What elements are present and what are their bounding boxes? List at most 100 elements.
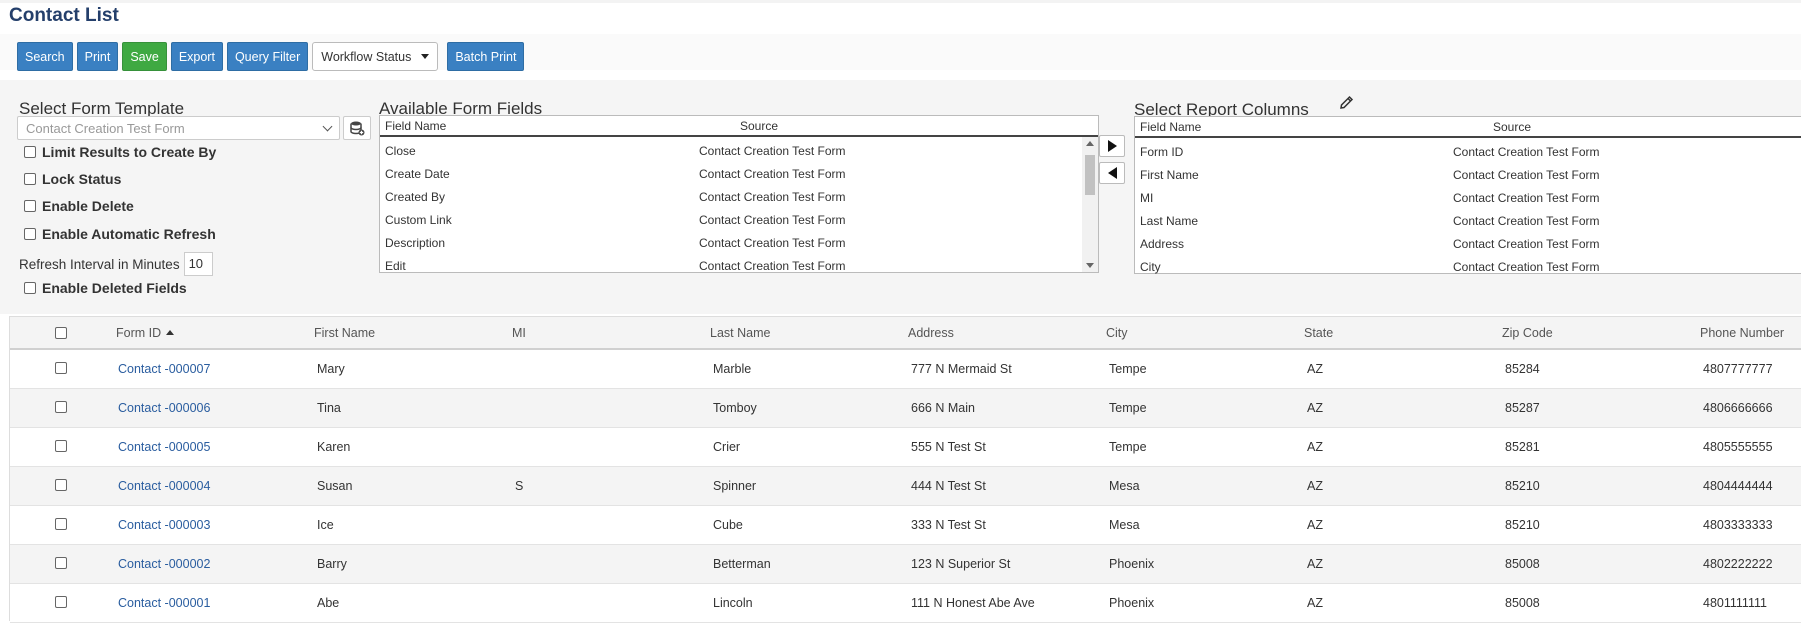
cell-first-name: Abe bbox=[317, 596, 340, 610]
scroll-down-icon[interactable] bbox=[1086, 263, 1094, 268]
toolbar: Search Print Save Export Query Filter Wo… bbox=[17, 42, 525, 71]
table-row[interactable]: Contact -000002 Barry Betterman 123 N Su… bbox=[10, 545, 1801, 584]
enable-auto-refresh-option[interactable]: Enable Automatic Refresh bbox=[24, 226, 216, 242]
lock-status-option[interactable]: Lock Status bbox=[24, 171, 121, 187]
row-checkbox[interactable] bbox=[55, 440, 67, 452]
cell-zip: 85210 bbox=[1505, 518, 1540, 532]
available-field-row[interactable]: Close Contact Creation Test Form bbox=[380, 140, 1098, 163]
limit-results-checkbox[interactable] bbox=[24, 146, 36, 158]
batch-print-button[interactable]: Batch Print bbox=[447, 42, 525, 71]
col-state[interactable]: State bbox=[1304, 326, 1333, 340]
search-button[interactable]: Search bbox=[17, 42, 73, 71]
pencil-icon[interactable] bbox=[1338, 94, 1355, 111]
report-column-row[interactable]: First Name Contact Creation Test Form bbox=[1135, 164, 1801, 187]
caret-down-icon bbox=[421, 54, 430, 59]
table-row[interactable]: Contact -000005 Karen Crier 555 N Test S… bbox=[10, 428, 1801, 467]
available-field-row[interactable]: Edit Contact Creation Test Form bbox=[380, 255, 1098, 278]
available-field-row[interactable]: Custom Link Contact Creation Test Form bbox=[380, 209, 1098, 232]
enable-deleted-fields-label: Enable Deleted Fields bbox=[42, 280, 187, 296]
form-id-link[interactable]: Contact -000004 bbox=[118, 479, 210, 493]
select-all-checkbox[interactable] bbox=[55, 327, 67, 339]
form-id-link[interactable]: Contact -000007 bbox=[118, 362, 210, 376]
available-fields-list[interactable]: Field Name Source Close Contact Creation… bbox=[379, 115, 1099, 273]
enable-deleted-fields-option[interactable]: Enable Deleted Fields bbox=[24, 280, 187, 296]
form-template-select[interactable]: Contact Creation Test Form bbox=[17, 116, 340, 140]
enable-delete-label: Enable Delete bbox=[42, 198, 134, 214]
query-filter-button[interactable]: Query Filter bbox=[226, 42, 309, 71]
cell-last-name: Crier bbox=[713, 440, 741, 454]
report-columns-list[interactable]: Field Name Source Form ID Contact Creati… bbox=[1134, 116, 1801, 274]
cell-address: 111 N Honest Abe Ave bbox=[911, 596, 1035, 610]
database-add-button[interactable] bbox=[343, 116, 371, 140]
col-phone-number[interactable]: Phone Number bbox=[1700, 326, 1784, 340]
refresh-interval-input[interactable]: 10 bbox=[183, 252, 213, 276]
form-id-link[interactable]: Contact -000001 bbox=[118, 596, 210, 610]
row-checkbox[interactable] bbox=[55, 401, 67, 413]
limit-results-option[interactable]: Limit Results to Create By bbox=[24, 144, 216, 160]
database-icon bbox=[350, 121, 365, 136]
form-id-link[interactable]: Contact -000003 bbox=[118, 518, 210, 532]
col-city[interactable]: City bbox=[1106, 326, 1128, 340]
workflow-status-dropdown[interactable]: Workflow Status bbox=[312, 42, 439, 71]
form-id-link[interactable]: Contact -000006 bbox=[118, 401, 210, 415]
enable-auto-refresh-label: Enable Automatic Refresh bbox=[42, 226, 216, 242]
row-checkbox[interactable] bbox=[55, 362, 67, 374]
available-field-source: Contact Creation Test Form bbox=[699, 259, 846, 273]
report-column-row[interactable]: Address Contact Creation Test Form bbox=[1135, 233, 1801, 256]
chevron-down-icon bbox=[322, 121, 333, 131]
cell-city: Tempe bbox=[1109, 440, 1147, 454]
report-column-name: Form ID bbox=[1140, 145, 1184, 159]
report-column-row[interactable]: Last Name Contact Creation Test Form bbox=[1135, 210, 1801, 233]
form-id-link[interactable]: Contact -000005 bbox=[118, 440, 210, 454]
row-checkbox[interactable] bbox=[55, 479, 67, 491]
cell-address: 666 N Main bbox=[911, 401, 975, 415]
available-field-row[interactable]: Create Date Contact Creation Test Form bbox=[380, 163, 1098, 186]
scroll-up-icon[interactable] bbox=[1086, 141, 1094, 146]
lock-status-checkbox[interactable] bbox=[24, 173, 36, 185]
available-fields-scrollbar[interactable] bbox=[1082, 137, 1098, 272]
form-template-selected: Contact Creation Test Form bbox=[26, 120, 185, 136]
report-column-row[interactable]: Form ID Contact Creation Test Form bbox=[1135, 141, 1801, 164]
available-field-source: Contact Creation Test Form bbox=[699, 167, 846, 181]
cell-first-name: Barry bbox=[317, 557, 347, 571]
row-checkbox[interactable] bbox=[55, 596, 67, 608]
print-button[interactable]: Print bbox=[76, 42, 119, 71]
enable-delete-checkbox[interactable] bbox=[24, 200, 36, 212]
col-mi[interactable]: MI bbox=[512, 326, 526, 340]
export-button[interactable]: Export bbox=[170, 42, 223, 71]
cell-city: Phoenix bbox=[1109, 557, 1155, 571]
col-form-id[interactable]: Form ID bbox=[116, 326, 175, 340]
table-row[interactable]: Contact -000007 Mary Marble 777 N Mermai… bbox=[10, 350, 1801, 389]
col-first-name[interactable]: First Name bbox=[314, 326, 375, 340]
save-button[interactable]: Save bbox=[122, 42, 167, 71]
contact-grid: Form ID First Name MI Last Name Address … bbox=[9, 316, 1801, 623]
cell-phone: 4807777777 bbox=[1703, 362, 1773, 376]
report-column-row[interactable]: City Contact Creation Test Form bbox=[1135, 256, 1801, 279]
table-row[interactable]: Contact -000001 Abe Lincoln 111 N Honest… bbox=[10, 584, 1801, 623]
row-checkbox[interactable] bbox=[55, 557, 67, 569]
available-field-row[interactable]: Created By Contact Creation Test Form bbox=[380, 186, 1098, 209]
row-checkbox[interactable] bbox=[55, 518, 67, 530]
limit-results-label: Limit Results to Create By bbox=[42, 144, 217, 160]
available-field-source: Contact Creation Test Form bbox=[699, 144, 846, 158]
report-col-field-name: Field Name bbox=[1140, 120, 1202, 134]
enable-delete-option[interactable]: Enable Delete bbox=[24, 198, 134, 214]
scrollbar-thumb[interactable] bbox=[1085, 155, 1095, 195]
top-band bbox=[0, 0, 1801, 3]
cell-last-name: Marble bbox=[713, 362, 752, 376]
available-field-row[interactable]: Description Contact Creation Test Form bbox=[380, 232, 1098, 255]
table-row[interactable]: Contact -000006 Tina Tomboy 666 N Main T… bbox=[10, 389, 1801, 428]
col-last-name[interactable]: Last Name bbox=[710, 326, 770, 340]
form-id-link[interactable]: Contact -000002 bbox=[118, 557, 210, 571]
cell-first-name: Karen bbox=[317, 440, 351, 454]
workflow-status-label: Workflow Status bbox=[321, 49, 412, 64]
col-zip-code[interactable]: Zip Code bbox=[1502, 326, 1553, 340]
enable-auto-refresh-checkbox[interactable] bbox=[24, 228, 36, 240]
enable-deleted-fields-checkbox[interactable] bbox=[24, 282, 36, 294]
add-column-button[interactable] bbox=[1099, 135, 1125, 157]
report-column-row[interactable]: MI Contact Creation Test Form bbox=[1135, 187, 1801, 210]
col-address[interactable]: Address bbox=[908, 326, 954, 340]
remove-column-button[interactable] bbox=[1099, 162, 1125, 184]
table-row[interactable]: Contact -000003 Ice Cube 333 N Test St M… bbox=[10, 506, 1801, 545]
table-row[interactable]: Contact -000004 Susan S Spinner 444 N Te… bbox=[10, 467, 1801, 506]
